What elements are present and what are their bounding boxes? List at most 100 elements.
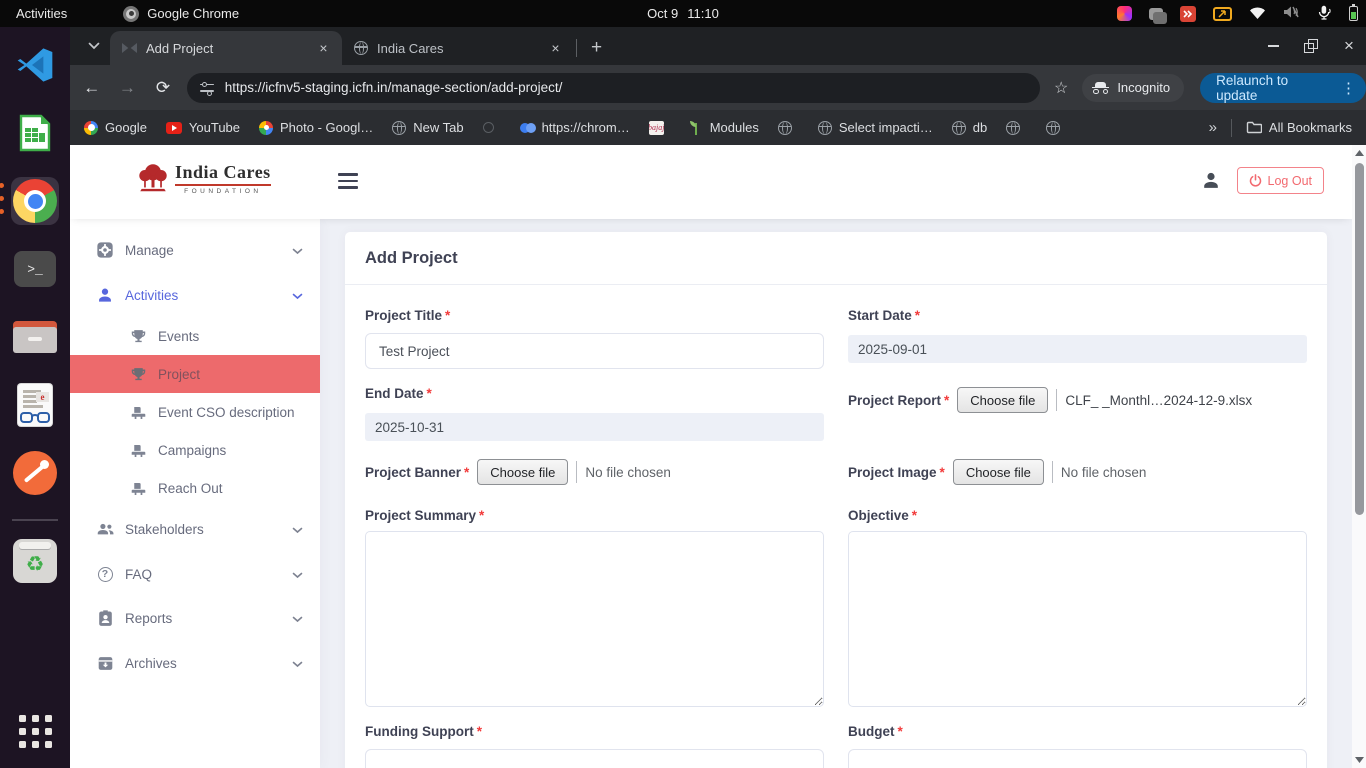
page-title: Add Project: [365, 232, 458, 285]
start-date-input[interactable]: [848, 335, 1307, 363]
tab-title: India Cares: [377, 41, 547, 56]
bookmarks-divider: [1231, 119, 1232, 137]
restore-button[interactable]: [1304, 39, 1318, 53]
bookmark-globe-3[interactable]: [1046, 121, 1067, 135]
project-title-input[interactable]: [365, 333, 824, 369]
bookmark-star-icon[interactable]: ☆: [1054, 78, 1068, 98]
scrollbar-thumb[interactable]: [1355, 163, 1364, 515]
activities-hotcorner[interactable]: Activities: [0, 6, 83, 21]
dock-terminal[interactable]: >_: [11, 245, 59, 293]
user-icon[interactable]: [1201, 170, 1221, 191]
tab-search-button[interactable]: [82, 34, 106, 58]
focused-app-menu[interactable]: Google Chrome: [123, 6, 239, 22]
forward-button[interactable]: →: [114, 74, 142, 102]
logout-button[interactable]: Log Out: [1237, 167, 1324, 194]
youtube-icon: [166, 122, 182, 134]
funding-support-input[interactable]: [365, 749, 824, 768]
badge-icon: [95, 609, 115, 627]
dock-google-chrome[interactable]: [11, 177, 59, 225]
bookmark-chrome-link[interactable]: https://chrom…: [520, 120, 630, 135]
end-date-input[interactable]: [365, 413, 824, 441]
budget-label: Budget*: [848, 724, 903, 739]
sidebar-item-reach-out[interactable]: Reach Out: [70, 470, 320, 506]
sidebar-item-campaigns[interactable]: Campaigns: [70, 432, 320, 468]
reload-button[interactable]: ⟳: [149, 74, 177, 102]
system-tray[interactable]: [1117, 0, 1358, 27]
project-banner-field: Project Banner* Choose file No file chos…: [365, 457, 671, 487]
dock-document-viewer[interactable]: e: [11, 381, 59, 429]
bookmark-bajaj[interactable]: bajaj: [649, 121, 671, 135]
show-applications-button[interactable]: [19, 715, 52, 748]
relaunch-to-update-button[interactable]: Relaunch to update ⋮: [1200, 73, 1366, 103]
bookmark-ring[interactable]: [483, 122, 501, 133]
bookmark-photos[interactable]: Photo - Googl…: [259, 120, 373, 135]
project-banner-choose-file-button[interactable]: Choose file: [477, 459, 568, 485]
bookmark-new-tab[interactable]: New Tab: [392, 120, 463, 135]
project-report-filename: CLF_ _Monthl…2024-12-9.xlsx: [1065, 393, 1252, 408]
dock-libreoffice-calc[interactable]: [11, 109, 59, 157]
sidebar-item-event-cso-description[interactable]: Event CSO description: [70, 394, 320, 430]
project-report-choose-file-button[interactable]: Choose file: [957, 387, 1048, 413]
bookmark-globe-1[interactable]: [778, 121, 799, 135]
dock-postman[interactable]: [11, 449, 59, 497]
sidebar-toggle-button[interactable]: [338, 173, 358, 189]
objective-label: Objective*: [848, 508, 917, 523]
battery-icon: [1349, 6, 1358, 21]
settings-icon: [95, 241, 115, 259]
people-icon: [95, 521, 115, 537]
chrome-window-dots: [0, 183, 4, 214]
all-bookmarks-button[interactable]: All Bookmarks: [1246, 120, 1352, 135]
sidebar-item-activities[interactable]: Activities: [70, 277, 320, 313]
bookmark-db[interactable]: db: [952, 120, 987, 135]
project-image-choose-file-button[interactable]: Choose file: [953, 459, 1044, 485]
globe-icon: [392, 121, 406, 135]
scroll-down-arrow[interactable]: [1352, 754, 1366, 766]
back-button[interactable]: ←: [78, 74, 106, 102]
minimize-button[interactable]: [1266, 39, 1280, 53]
tab-title: Add Project: [146, 41, 315, 56]
site-settings-icon[interactable]: [199, 80, 215, 96]
tab-close-icon[interactable]: ×: [315, 40, 332, 57]
project-banner-filename: No file chosen: [585, 465, 671, 480]
page-scrollbar[interactable]: [1352, 145, 1366, 768]
close-window-button[interactable]: ×: [1342, 39, 1356, 53]
tab-india-cares[interactable]: India Cares ×: [342, 31, 574, 65]
sidebar-item-faq[interactable]: ? FAQ: [70, 556, 320, 592]
sidebar-item-reports[interactable]: Reports: [70, 600, 320, 636]
clock[interactable]: Oct 9 11:10: [647, 6, 719, 21]
bookmark-select-impact[interactable]: Select impacti…: [818, 120, 933, 135]
project-title-label: Project Title*: [365, 308, 450, 323]
bookmark-google[interactable]: Google: [84, 120, 147, 135]
new-tab-button[interactable]: +: [583, 37, 610, 59]
address-bar[interactable]: https://icfnv5-staging.icfn.in/manage-se…: [187, 73, 1040, 103]
scroll-up-arrow[interactable]: [1352, 147, 1366, 159]
site-logo[interactable]: India Cares FOUNDATION: [136, 162, 271, 195]
dock-files[interactable]: [11, 313, 59, 361]
sidebar-item-manage[interactable]: Manage: [70, 232, 320, 268]
logo-title: India Cares: [175, 162, 271, 183]
dock-trash[interactable]: ♻: [11, 537, 59, 585]
bookmarks-overflow-button[interactable]: »: [1209, 119, 1217, 136]
site-header: India Cares FOUNDATION Log Out: [70, 145, 1352, 219]
seat-icon: [128, 442, 148, 459]
bookmark-globe-2[interactable]: [1006, 121, 1027, 135]
budget-input[interactable]: [848, 749, 1307, 768]
ring-icon: [483, 122, 494, 133]
tab-close-icon[interactable]: ×: [547, 40, 564, 57]
seat-icon: [128, 404, 148, 421]
sidebar-item-archives[interactable]: Archives: [70, 645, 320, 681]
cast-screen-icon: [1213, 7, 1232, 21]
sidebar-item-project[interactable]: Project: [70, 355, 320, 393]
project-summary-textarea[interactable]: [365, 531, 824, 707]
tab-add-project[interactable]: Add Project ×: [110, 31, 342, 65]
relaunch-label: Relaunch to update: [1216, 73, 1331, 103]
bookmark-modules[interactable]: Modules: [690, 120, 759, 135]
browser-menu-icon[interactable]: ⋮: [1341, 79, 1356, 97]
sidebar-item-stakeholders[interactable]: Stakeholders: [70, 511, 320, 547]
bookmark-youtube[interactable]: YouTube: [166, 120, 240, 135]
logo-underline: [175, 184, 271, 186]
dock-vscode[interactable]: [11, 41, 59, 89]
chevron-down-icon: [292, 288, 303, 303]
sidebar-item-events[interactable]: Events: [70, 318, 320, 354]
objective-textarea[interactable]: [848, 531, 1307, 707]
